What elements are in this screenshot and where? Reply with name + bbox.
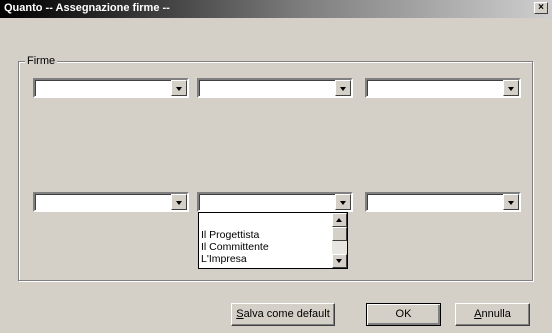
chevron-down-icon[interactable] <box>503 80 519 96</box>
list-item[interactable]: L'Impresa <box>201 253 247 265</box>
button-label: nnulla <box>481 308 511 320</box>
firma-combo-4[interactable] <box>33 192 189 212</box>
firma-combo-1[interactable] <box>33 78 189 98</box>
scroll-up-icon[interactable] <box>332 213 347 227</box>
chevron-down-icon[interactable] <box>335 80 351 96</box>
close-icon: × <box>538 2 544 13</box>
scroll-down-icon[interactable] <box>332 254 347 268</box>
chevron-down-icon[interactable] <box>171 194 187 210</box>
list-item[interactable]: Il Progettista <box>201 229 259 241</box>
button-label: OK <box>395 308 412 320</box>
firma-combo-2[interactable] <box>197 78 353 98</box>
combo-dropdown-list[interactable]: Il Progettista Il Committente L'Impresa <box>198 212 348 269</box>
button-label: alva come default <box>243 308 330 320</box>
firma-combo-6[interactable] <box>365 192 521 212</box>
chevron-down-icon[interactable] <box>335 194 351 210</box>
ok-button[interactable]: OK <box>366 303 441 326</box>
firma-combo-3[interactable] <box>365 78 521 98</box>
window-title: Quanto -- Assegnazione firme -- <box>4 2 170 14</box>
save-default-button[interactable]: Salva come default <box>231 303 335 326</box>
chevron-down-icon[interactable] <box>503 194 519 210</box>
dialog-window: Quanto -- Assegnazione firme -- × Firme … <box>0 0 552 333</box>
firma-combo-5[interactable] <box>197 192 353 212</box>
list-item[interactable]: Il Committente <box>201 241 269 253</box>
mnemonic: S <box>236 308 244 320</box>
scroll-thumb[interactable] <box>332 227 347 241</box>
title-bar[interactable]: Quanto -- Assegnazione firme -- × <box>0 0 552 18</box>
group-label: Firme <box>25 55 58 67</box>
close-button[interactable]: × <box>534 2 548 14</box>
cancel-button[interactable]: Annulla <box>455 303 530 326</box>
chevron-down-icon[interactable] <box>171 80 187 96</box>
dropdown-scrollbar[interactable] <box>332 213 347 268</box>
